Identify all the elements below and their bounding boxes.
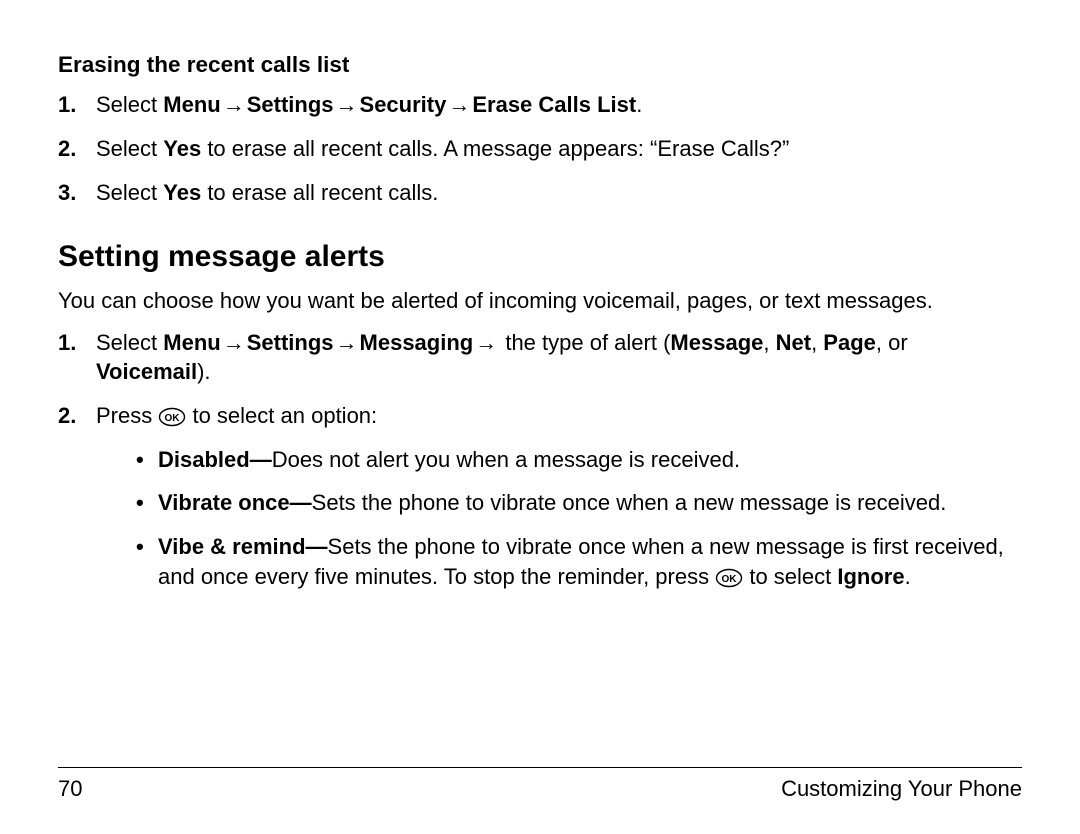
disabled-label: Disabled—	[158, 447, 272, 472]
page-footer: 70 Customizing Your Phone	[58, 767, 1022, 804]
arrow-icon: →	[221, 328, 247, 358]
text: to select an option:	[186, 403, 377, 428]
text: , or	[876, 330, 908, 355]
ok-icon: OK	[715, 566, 743, 586]
main-heading-alerts: Setting message alerts	[58, 237, 1022, 278]
net-label: Net	[776, 330, 811, 355]
settings-label: Settings	[247, 330, 334, 355]
intro-paragraph: You can choose how you want be alerted o…	[58, 286, 1022, 316]
text: .	[905, 564, 911, 589]
yes-label: Yes	[163, 180, 201, 205]
menu-label: Menu	[163, 92, 220, 117]
text: ,	[811, 330, 823, 355]
option-vibe-remind: Vibe & remind—Sets the phone to vibrate …	[96, 532, 1022, 591]
svg-text:OK: OK	[165, 413, 181, 424]
erase-step-3: Select Yes to erase all recent calls.	[58, 178, 1022, 208]
alerts-steps-list: Select Menu → Settings → Messaging → the…	[58, 328, 1022, 592]
page-number: 70	[58, 774, 82, 804]
text: to select	[743, 564, 837, 589]
arrow-icon: →	[221, 90, 247, 120]
yes-label: Yes	[163, 136, 201, 161]
text: to erase all recent calls.	[201, 180, 438, 205]
text: Select	[96, 180, 163, 205]
settings-label: Settings	[247, 92, 334, 117]
erase-step-2: Select Yes to erase all recent calls. A …	[58, 134, 1022, 164]
option-vibrate-once: Vibrate once—Sets the phone to vibrate o…	[96, 488, 1022, 518]
text: the type of alert (	[499, 330, 670, 355]
text: Press	[96, 403, 158, 428]
text: ).	[197, 359, 210, 384]
vibrate-once-label: Vibrate once—	[158, 490, 312, 515]
menu-label: Menu	[163, 330, 220, 355]
erase-steps-list: Select Menu → Settings → Security → Eras…	[58, 90, 1022, 207]
erase-calls-label: Erase Calls List	[472, 92, 636, 117]
alerts-step-2: Press OK to select an option: Disabled—D…	[58, 401, 1022, 591]
page-label: Page	[823, 330, 876, 355]
arrow-icon: →	[334, 90, 360, 120]
alerts-step-1: Select Menu → Settings → Messaging → the…	[58, 328, 1022, 387]
option-disabled: Disabled—Does not alert you when a messa…	[96, 445, 1022, 475]
text: Select	[96, 330, 163, 355]
erase-step-1: Select Menu → Settings → Security → Eras…	[58, 90, 1022, 120]
text: to erase all recent calls. A message app…	[201, 136, 789, 161]
text: Select	[96, 136, 163, 161]
message-label: Message	[670, 330, 763, 355]
arrow-icon: →	[473, 328, 499, 358]
text: Sets the phone to vibrate once when a ne…	[312, 490, 947, 515]
ignore-label: Ignore	[837, 564, 904, 589]
text: Select	[96, 92, 163, 117]
security-label: Security	[360, 92, 447, 117]
ok-icon: OK	[158, 405, 186, 425]
text: .	[636, 92, 642, 117]
footer-label: Customizing Your Phone	[781, 774, 1022, 804]
footer-rule	[58, 767, 1022, 768]
options-bullet-list: Disabled—Does not alert you when a messa…	[96, 445, 1022, 592]
arrow-icon: →	[446, 90, 472, 120]
text: Does not alert you when a message is rec…	[272, 447, 740, 472]
text: ,	[763, 330, 775, 355]
sub-heading-erasing: Erasing the recent calls list	[58, 50, 1022, 80]
vibe-remind-label: Vibe & remind—	[158, 534, 328, 559]
svg-text:OK: OK	[722, 574, 738, 585]
messaging-label: Messaging	[360, 330, 474, 355]
voicemail-label: Voicemail	[96, 359, 197, 384]
arrow-icon: →	[334, 328, 360, 358]
